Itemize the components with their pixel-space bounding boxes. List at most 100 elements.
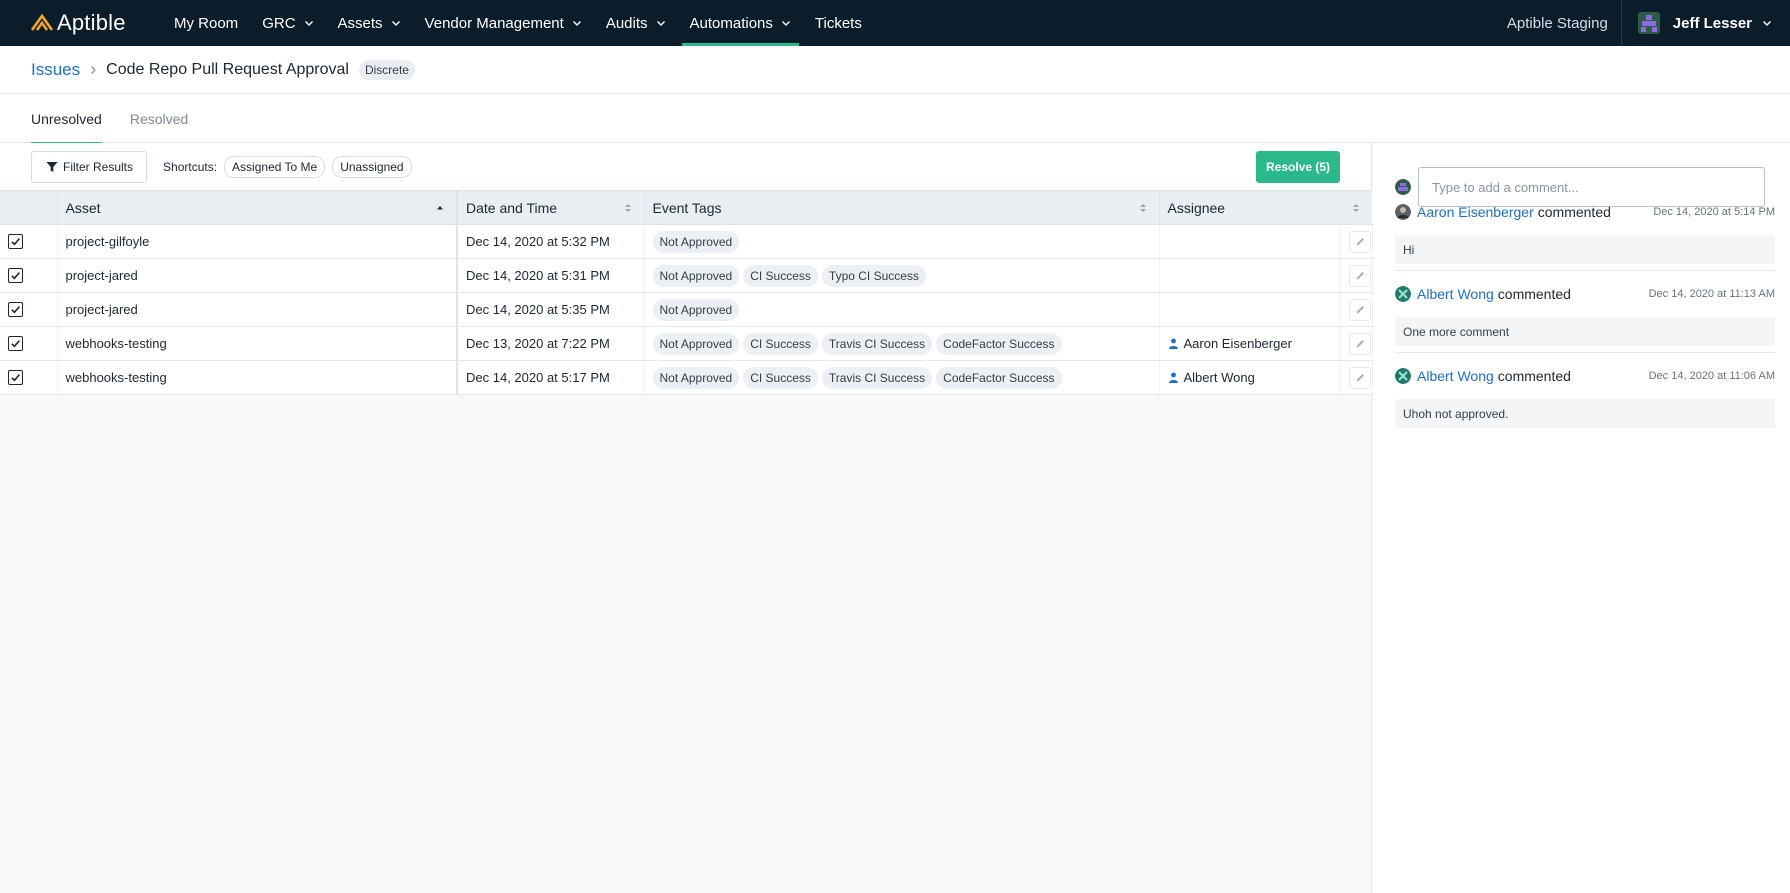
sort-icon[interactable] xyxy=(624,202,632,214)
avatar xyxy=(1395,204,1411,220)
avatar xyxy=(1395,368,1411,384)
event-tag: CodeFactor Success xyxy=(936,366,1062,389)
nav-item-label: GRC xyxy=(262,14,296,32)
row-select-cell xyxy=(0,326,58,361)
datetime-cell: Dec 13, 2020 at 7:22 PM xyxy=(457,326,645,361)
comment-timestamp: Dec 14, 2020 at 5:14 PM xyxy=(1653,206,1775,218)
column-header-datetime[interactable]: Date and Time xyxy=(457,190,645,225)
assignee-cell xyxy=(1159,292,1341,327)
assignee-cell: Aaron Eisenberger xyxy=(1159,326,1341,361)
user-menu[interactable]: Jeff Lesser xyxy=(1622,12,1790,34)
edit-assignee-button[interactable] xyxy=(1349,366,1371,389)
row-checkbox[interactable] xyxy=(8,301,23,317)
tab-resolved[interactable]: Resolved xyxy=(130,94,188,143)
edit-cell xyxy=(1340,326,1373,361)
checkmark-icon xyxy=(11,305,21,313)
column-header-event-tags[interactable]: Event Tags xyxy=(644,190,1160,225)
column-header-label: Asset xyxy=(65,199,101,216)
event-tag: CI Success xyxy=(743,366,818,389)
shortcut-unassigned[interactable]: Unassigned xyxy=(332,155,412,178)
comment-input[interactable] xyxy=(1418,167,1765,207)
table-row[interactable]: webhooks-testing Dec 13, 2020 at 7:22 PM N… xyxy=(0,326,1373,361)
checkmark-icon xyxy=(11,339,21,347)
sort-icon[interactable] xyxy=(1139,202,1147,214)
top-navigation: Aptible My Room GRC Assets Vendor Managemen… xyxy=(0,0,1790,46)
asset-cell: webhooks-testing xyxy=(57,326,458,361)
edit-assignee-button[interactable] xyxy=(1349,264,1371,287)
edit-cell xyxy=(1340,258,1373,293)
event-tag: Not Approved xyxy=(652,366,740,389)
table-row[interactable]: project-jared Dec 14, 2020 at 5:31 PM Not … xyxy=(0,258,1373,293)
comment-divider xyxy=(1395,270,1775,271)
comment-verb: commented xyxy=(1537,204,1611,220)
event-tag: CI Success xyxy=(743,332,818,355)
comment-author-link[interactable]: Albert Wong xyxy=(1417,286,1494,302)
edit-assignee-button[interactable] xyxy=(1349,230,1371,253)
nav-item-assets[interactable]: Assets xyxy=(330,0,409,46)
sort-ascending-icon[interactable] xyxy=(436,202,444,214)
column-header-assignee[interactable]: Assignee xyxy=(1159,190,1372,225)
chevron-down-icon xyxy=(656,21,665,26)
page-title: Code Repo Pull Request Approval xyxy=(106,60,349,78)
checkmark-icon xyxy=(11,237,21,245)
assignee: Albert Wong xyxy=(1168,370,1255,385)
edit-cell xyxy=(1340,360,1373,395)
issues-table-area: Filter Results Shortcuts: Assigned To Me… xyxy=(0,143,1373,893)
event-tag: CodeFactor Success xyxy=(936,332,1062,355)
datetime-cell: Dec 14, 2020 at 5:31 PM xyxy=(457,258,645,293)
breadcrumb-issues-link[interactable]: Issues xyxy=(31,60,80,80)
asset-cell: project-gilfoyle xyxy=(57,224,458,259)
resolve-button[interactable]: Resolve (5) xyxy=(1256,151,1340,183)
edit-assignee-button[interactable] xyxy=(1349,332,1371,355)
nav-item-automations[interactable]: Automations xyxy=(681,0,800,46)
comment-body: One more comment xyxy=(1395,317,1775,346)
sort-icon[interactable] xyxy=(1352,202,1360,214)
checkmark-icon xyxy=(11,373,21,381)
event-tags-cell: Not Approved xyxy=(644,292,1160,327)
edit-assignee-button[interactable] xyxy=(1349,298,1371,321)
comment-verb: commented xyxy=(1497,286,1571,302)
nav-item-audits[interactable]: Audits xyxy=(598,0,674,46)
org-switcher[interactable]: Aptible Staging xyxy=(1494,0,1622,46)
event-tags-cell: Not Approved CI Success Typo CI Success xyxy=(644,258,1160,293)
table-header-row: Asset Date and Time Event Tags Assignee xyxy=(0,190,1372,225)
row-checkbox[interactable] xyxy=(8,369,23,385)
filter-results-label: Filter Results xyxy=(63,159,134,174)
event-tags-cell: Not Approved xyxy=(644,224,1160,259)
tab-unresolved[interactable]: Unresolved xyxy=(31,94,102,144)
comment-timestamp: Dec 14, 2020 at 11:13 AM xyxy=(1648,288,1775,300)
person-icon xyxy=(1168,372,1178,383)
column-header-asset[interactable]: Asset xyxy=(57,190,458,225)
row-checkbox[interactable] xyxy=(8,233,23,249)
event-tags-cell: Not Approved CI Success Travis CI Success C… xyxy=(644,360,1160,395)
comment-author-link[interactable]: Albert Wong xyxy=(1417,368,1494,384)
nav-item-my-room[interactable]: My Room xyxy=(166,0,246,46)
comment-author-link[interactable]: Aaron Eisenberger xyxy=(1417,204,1534,220)
asset-cell: project-jared xyxy=(57,258,458,293)
avatar xyxy=(1395,286,1411,302)
event-tag: Travis CI Success xyxy=(821,332,933,355)
row-select-cell xyxy=(0,360,58,395)
table-row[interactable]: project-gilfoyle Dec 14, 2020 at 5:32 PM N… xyxy=(0,224,1373,259)
aptible-logo[interactable]: Aptible xyxy=(31,10,166,36)
chevron-down-icon xyxy=(781,21,790,26)
filter-results-button[interactable]: Filter Results xyxy=(31,150,148,183)
row-checkbox[interactable] xyxy=(8,267,23,283)
nav-item-tickets[interactable]: Tickets xyxy=(807,0,870,46)
nav-item-label: Vendor Management xyxy=(424,14,564,32)
nav-item-grc[interactable]: GRC xyxy=(254,0,321,46)
row-checkbox[interactable] xyxy=(8,335,23,351)
nav-item-vendor-management[interactable]: Vendor Management xyxy=(417,0,590,46)
table-row[interactable]: project-jared Dec 14, 2020 at 5:35 PM Not … xyxy=(0,292,1373,327)
event-tag: Not Approved xyxy=(652,230,740,253)
event-tag: CI Success xyxy=(743,264,818,287)
shortcut-assigned-to-me[interactable]: Assigned To Me xyxy=(224,155,326,178)
event-tag: Not Approved xyxy=(652,264,740,287)
comment-timestamp: Dec 14, 2020 at 11:06 AM xyxy=(1648,370,1775,382)
shortcuts-label: Shortcuts: xyxy=(163,159,218,174)
issue-tabs: Unresolved Resolved xyxy=(0,94,1790,144)
comment: Albert Wong commented Dec 14, 2020 at 11:1… xyxy=(1395,284,1775,346)
nav-item-label: Audits xyxy=(605,14,648,32)
select-column-header xyxy=(0,190,58,225)
table-row[interactable]: webhooks-testing Dec 14, 2020 at 5:17 PM N… xyxy=(0,360,1373,395)
